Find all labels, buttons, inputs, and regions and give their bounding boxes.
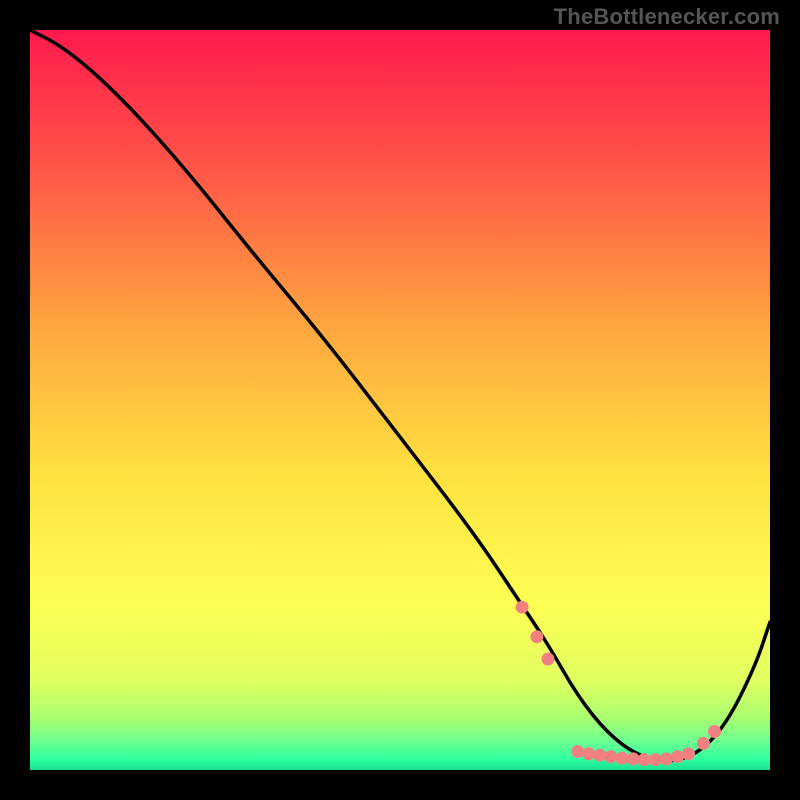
chart-container: TheBottlenecker.com	[0, 0, 800, 800]
marker-dot	[542, 653, 555, 666]
watermark-text: TheBottlenecker.com	[554, 4, 780, 30]
marker-dot	[660, 752, 673, 765]
marker-dot	[530, 630, 543, 643]
marker-dot	[571, 745, 584, 758]
marker-dot	[708, 725, 721, 738]
plot-area	[30, 30, 770, 770]
marker-dot	[593, 749, 606, 762]
marker-dot	[649, 753, 662, 766]
marker-dot	[627, 752, 640, 765]
marker-dot	[697, 737, 710, 750]
marker-dot	[682, 747, 695, 760]
marker-dot	[582, 747, 595, 760]
marker-dot	[516, 601, 529, 614]
marker-dot	[604, 750, 617, 763]
marker-dot	[616, 752, 629, 765]
marker-dot	[671, 750, 684, 763]
marker-dot	[638, 753, 651, 766]
gradient-background	[30, 30, 770, 770]
chart-svg	[30, 30, 770, 770]
